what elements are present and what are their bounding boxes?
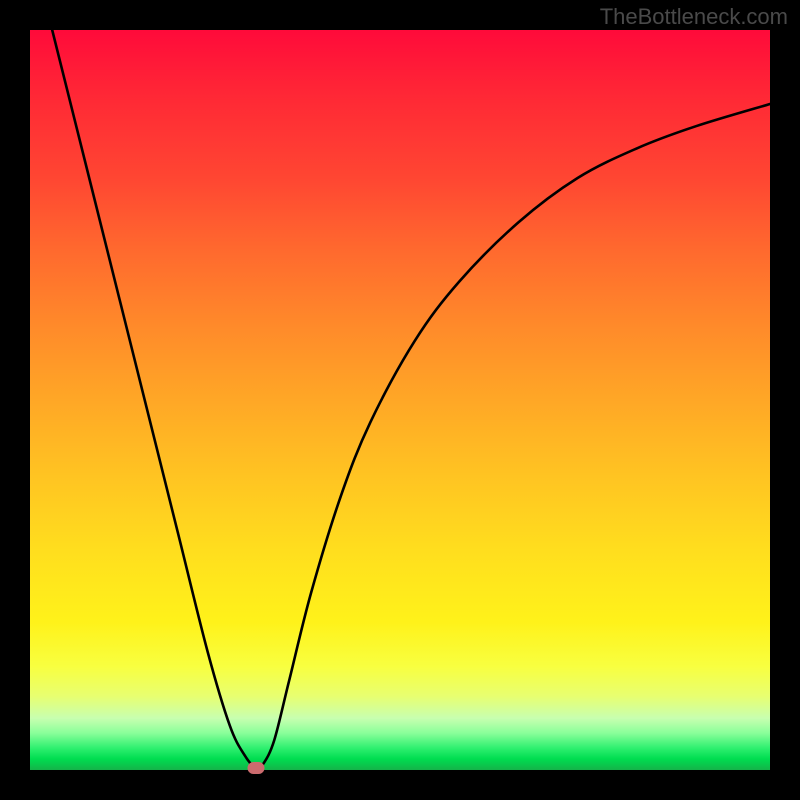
optimal-point-marker: [247, 762, 264, 774]
chart-plot-area: [30, 30, 770, 770]
watermark-text: TheBottleneck.com: [600, 4, 788, 30]
bottleneck-curve: [30, 30, 770, 770]
